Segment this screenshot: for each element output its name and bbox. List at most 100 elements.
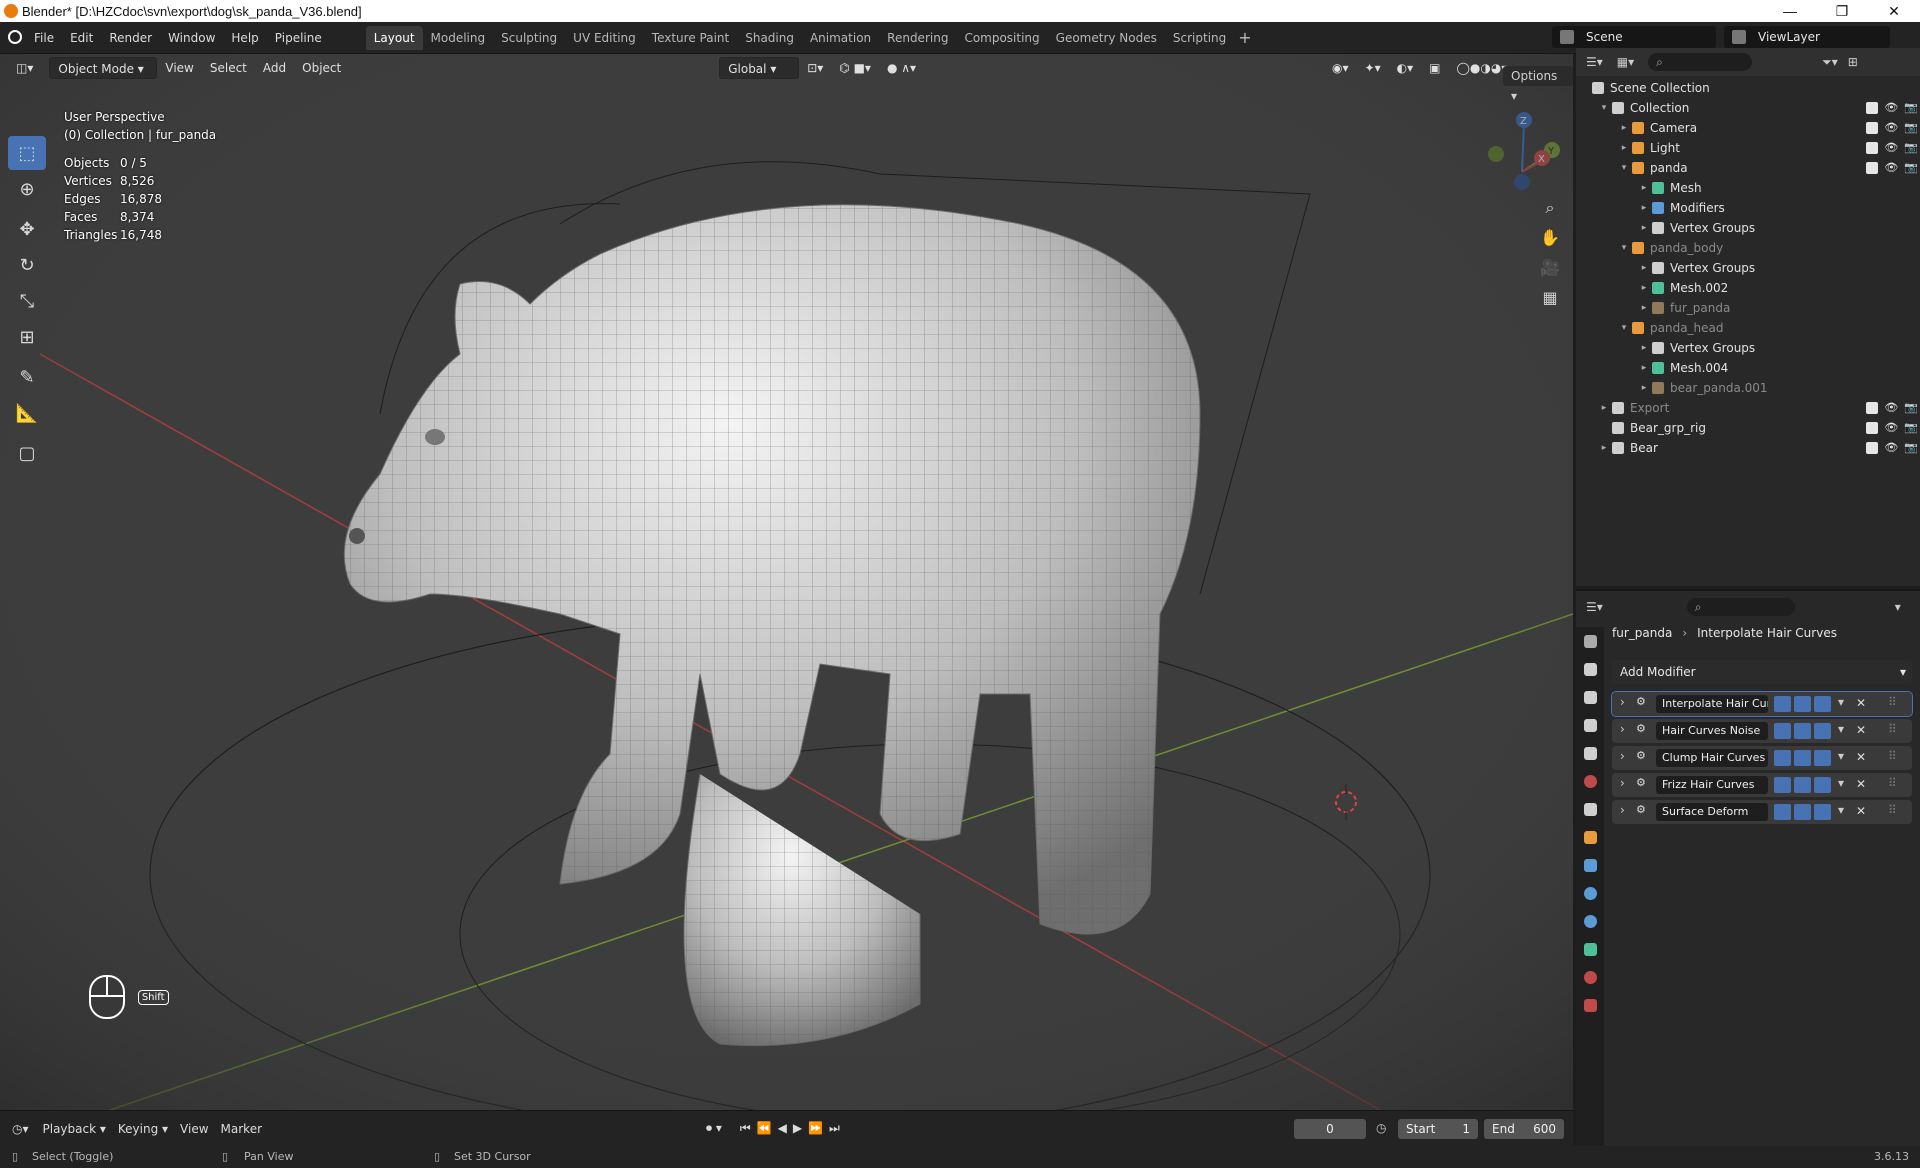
- properties-options-icon[interactable]: ▾: [1895, 600, 1901, 614]
- outliner-item[interactable]: ▾ panda 👁 📷: [1576, 158, 1920, 178]
- visibility-icon[interactable]: ◉▾: [1324, 57, 1357, 79]
- modifier-menu-icon[interactable]: ▾: [1838, 749, 1844, 763]
- outliner-item[interactable]: ▸ fur_panda: [1576, 298, 1920, 318]
- edit-mode-toggle-icon[interactable]: [1774, 750, 1791, 766]
- expand-toggle-icon[interactable]: ▾: [1618, 238, 1630, 258]
- zoom-icon[interactable]: ⌕: [1536, 194, 1564, 222]
- render-camera-icon[interactable]: 📷: [1904, 158, 1918, 178]
- close-icon[interactable]: ✕: [1868, 0, 1920, 22]
- tab-texture[interactable]: [1576, 991, 1604, 1019]
- tab-uv-editing[interactable]: UV Editing: [565, 26, 644, 50]
- eye-icon[interactable]: 👁: [1884, 138, 1898, 158]
- expand-toggle-icon[interactable]: ▸: [1638, 358, 1650, 378]
- menu-timeline-view[interactable]: View: [180, 1122, 208, 1136]
- tab-geometry-nodes[interactable]: Geometry Nodes: [1048, 26, 1165, 50]
- add-modifier-button[interactable]: Add Modifier ▾: [1612, 660, 1912, 684]
- pivot-icon[interactable]: ⊡▾: [799, 57, 831, 79]
- tab-world[interactable]: [1576, 767, 1604, 795]
- options-button[interactable]: Options ▾: [1503, 66, 1573, 103]
- tab-object-data[interactable]: [1576, 935, 1604, 963]
- outliner-item[interactable]: Scene Collection: [1576, 78, 1920, 98]
- render-camera-icon[interactable]: 📷: [1904, 418, 1918, 438]
- expand-toggle-icon[interactable]: ›: [1620, 695, 1625, 709]
- drag-handle-icon[interactable]: ⠿: [1888, 803, 1897, 817]
- xray-icon[interactable]: ▣: [1421, 57, 1448, 79]
- menu-edit[interactable]: Edit: [62, 31, 101, 45]
- edit-mode-toggle-icon[interactable]: [1774, 777, 1791, 793]
- outliner-item[interactable]: ▸ Bear 👁 📷: [1576, 438, 1920, 458]
- eye-icon[interactable]: 👁: [1884, 398, 1898, 418]
- render-camera-icon[interactable]: 📷: [1904, 438, 1918, 458]
- expand-toggle-icon[interactable]: ▸: [1638, 258, 1650, 278]
- properties-editor-icon[interactable]: ☰▾: [1586, 600, 1603, 614]
- expand-toggle-icon[interactable]: ▸: [1618, 138, 1630, 158]
- outliner-item[interactable]: ▸ bear_panda.001: [1576, 378, 1920, 398]
- tab-sculpting[interactable]: Sculpting: [493, 26, 565, 50]
- eye-icon[interactable]: 👁: [1884, 438, 1898, 458]
- menu-marker[interactable]: Marker: [221, 1122, 262, 1136]
- menu-view[interactable]: View: [157, 57, 201, 79]
- menu-select[interactable]: Select: [202, 57, 255, 79]
- render-camera-icon[interactable]: 📷: [1904, 118, 1918, 138]
- expand-toggle-icon[interactable]: ▸: [1638, 378, 1650, 398]
- modifier-name-field[interactable]: Hair Curves Noise: [1656, 722, 1768, 740]
- tab-output[interactable]: [1576, 683, 1604, 711]
- overlay-icon[interactable]: ◐▾: [1389, 57, 1422, 79]
- outliner-item[interactable]: ▾ panda_head: [1576, 318, 1920, 338]
- exclude-checkbox[interactable]: [1866, 102, 1879, 114]
- tab-view-layer[interactable]: [1576, 711, 1604, 739]
- playback-controls[interactable]: ⏮⏪◀▶⏩⏭: [740, 1121, 846, 1136]
- minimize-icon[interactable]: —: [1764, 0, 1816, 22]
- render-camera-icon[interactable]: 📷: [1904, 398, 1918, 418]
- modifier-menu-icon[interactable]: ▾: [1838, 695, 1844, 709]
- exclude-checkbox[interactable]: [1866, 122, 1879, 134]
- rotate-tool-icon[interactable]: ↻: [8, 248, 46, 282]
- start-frame-field[interactable]: Start 1: [1398, 1119, 1478, 1139]
- remove-modifier-icon[interactable]: ✕: [1856, 723, 1866, 737]
- modifier-menu-icon[interactable]: ▾: [1838, 776, 1844, 790]
- tab-modeling[interactable]: Modeling: [423, 26, 494, 50]
- modifier-panel[interactable]: › ⚙ Interpolate Hair Cur... ▾ ✕ ⠿: [1611, 691, 1913, 717]
- outliner-editor-icon[interactable]: ☰▾: [1586, 55, 1603, 69]
- expand-toggle-icon[interactable]: ▸: [1638, 338, 1650, 358]
- edit-mode-toggle-icon[interactable]: [1774, 723, 1791, 739]
- remove-modifier-icon[interactable]: ✕: [1856, 750, 1866, 764]
- ortho-grid-icon[interactable]: ▦: [1536, 284, 1564, 312]
- modifier-menu-icon[interactable]: ▾: [1838, 803, 1844, 817]
- outliner-item[interactable]: ▸ Vertex Groups: [1576, 258, 1920, 278]
- expand-toggle-icon[interactable]: ▾: [1618, 158, 1630, 178]
- tab-material[interactable]: [1576, 963, 1604, 991]
- expand-toggle-icon[interactable]: ▸: [1638, 198, 1650, 218]
- restore-icon[interactable]: ❐: [1816, 0, 1868, 22]
- annotate-tool-icon[interactable]: ✎: [8, 360, 46, 394]
- tab-object[interactable]: [1576, 823, 1604, 851]
- outliner-item[interactable]: ▸ Camera 👁 📷: [1576, 118, 1920, 138]
- tab-rendering[interactable]: Rendering: [879, 26, 956, 50]
- viewport-toggle-icon[interactable]: [1794, 804, 1811, 820]
- current-frame-field[interactable]: 0: [1294, 1119, 1366, 1139]
- expand-toggle-icon[interactable]: ▸: [1638, 218, 1650, 238]
- 3d-viewport[interactable]: Z Y X ◫▾ Object Mode ▾ View Select Add O…: [0, 54, 1573, 1110]
- record-icon[interactable]: ⏺ ▾: [706, 1121, 722, 1136]
- render-camera-icon[interactable]: 📷: [1904, 98, 1918, 118]
- tab-shading[interactable]: Shading: [737, 26, 802, 50]
- drag-handle-icon[interactable]: ⠿: [1888, 695, 1897, 709]
- modifier-panel[interactable]: › ⚙ Hair Curves Noise ▾ ✕ ⠿: [1612, 719, 1912, 743]
- render-toggle-icon[interactable]: [1814, 723, 1831, 739]
- blender-menu-icon[interactable]: [8, 30, 22, 44]
- mode-selector[interactable]: Object Mode ▾: [49, 57, 158, 79]
- drag-handle-icon[interactable]: ⠿: [1888, 749, 1897, 763]
- expand-toggle-icon[interactable]: ▸: [1638, 298, 1650, 318]
- exclude-checkbox[interactable]: [1866, 422, 1879, 434]
- menu-help[interactable]: Help: [223, 31, 266, 45]
- remove-modifier-icon[interactable]: ✕: [1856, 777, 1866, 791]
- modifier-menu-icon[interactable]: ▾: [1838, 722, 1844, 736]
- expand-toggle-icon[interactable]: ▸: [1618, 118, 1630, 138]
- camera-view-icon[interactable]: 🎥: [1536, 254, 1564, 282]
- eye-icon[interactable]: 👁: [1884, 418, 1898, 438]
- modifier-name-field[interactable]: Clump Hair Curves: [1656, 749, 1768, 767]
- scale-tool-icon[interactable]: ⤡: [8, 284, 46, 318]
- viewlayer-selector[interactable]: ViewLayer: [1724, 26, 1890, 48]
- exclude-checkbox[interactable]: [1866, 442, 1879, 454]
- viewport-toggle-icon[interactable]: [1794, 777, 1811, 793]
